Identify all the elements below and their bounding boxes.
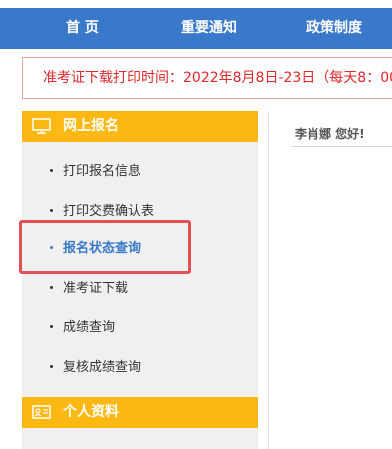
menu-item-signup-status[interactable]: 报名状态查询 xyxy=(50,238,141,260)
section-header-online-signup[interactable]: 网上报名 xyxy=(22,111,258,142)
id-card-icon xyxy=(32,405,51,419)
monitor-icon xyxy=(32,118,51,134)
bullet-icon xyxy=(50,286,53,289)
section-title-online-signup: 网上报名 xyxy=(63,118,119,134)
nav-item-notices[interactable]: 重要通知 xyxy=(181,8,237,49)
menu-item-print-payment-confirmation[interactable]: 打印交费确认表 xyxy=(50,201,154,223)
bullet-icon xyxy=(50,365,53,368)
menu-item-label: 成绩查询 xyxy=(63,320,116,335)
menu-item-score-review-query[interactable]: 复核成绩查询 xyxy=(50,357,141,379)
menu-item-label: 打印报名信息 xyxy=(63,164,142,179)
nav-item-home[interactable]: 首 页 xyxy=(66,8,99,49)
menu-item-print-signup-info[interactable]: 打印报名信息 xyxy=(50,161,141,183)
bullet-icon xyxy=(50,209,53,212)
bullet-icon xyxy=(50,169,53,172)
menu-item-label: 打印交费确认表 xyxy=(63,204,155,219)
top-nav: 首 页 重要通知 政策制度 xyxy=(0,8,392,49)
menu-item-score-query[interactable]: 成绩查询 xyxy=(50,317,115,339)
bullet-icon xyxy=(50,325,53,328)
notice-text: 准考证下载打印时间：2022年8月8日-23日（每天8：00 xyxy=(43,70,392,86)
menu-item-admission-ticket-download[interactable]: 准考证下载 xyxy=(50,278,128,300)
sidebar: 网上报名 打印报名信息 打印交费确认表 报名状态查询 准考证下载 成绩查询 复核… xyxy=(22,111,258,449)
nav-item-policies[interactable]: 政策制度 xyxy=(306,8,362,49)
menu-item-label: 报名状态查询 xyxy=(63,241,142,256)
divider xyxy=(291,146,392,147)
menu-item-label: 准考证下载 xyxy=(63,281,129,296)
user-greeting: 李肖娜 您好! xyxy=(295,127,365,141)
bullet-icon xyxy=(50,246,53,249)
menu-item-label: 复核成绩查询 xyxy=(63,360,142,375)
section-header-profile[interactable]: 个人资料 xyxy=(22,397,258,428)
main-panel: 李肖娜 您好! xyxy=(268,111,392,449)
notice-banner: 准考证下载打印时间：2022年8月8日-23日（每天8：00 xyxy=(22,57,392,99)
section-title-profile: 个人资料 xyxy=(63,404,119,420)
